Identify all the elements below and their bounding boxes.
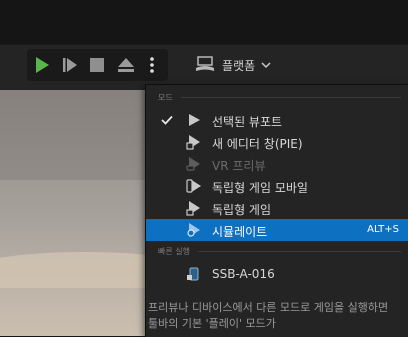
menu-item-label: 독립형 게임 모바일 [212, 181, 308, 195]
step-icon [63, 58, 77, 72]
menu-item-standalone-game[interactable]: 독립형 게임 [146, 197, 408, 219]
check-icon [160, 113, 174, 127]
play-triangle-icon [186, 112, 202, 128]
more-vertical-icon [150, 57, 154, 73]
device-icon [186, 266, 202, 282]
platform-button[interactable]: 플랫폼 [188, 52, 277, 78]
mobile-play-icon [186, 178, 202, 194]
platform-label: 플랫폼 [222, 58, 256, 73]
play-icon [36, 57, 49, 73]
play-controls-group [27, 49, 168, 81]
play-options-button[interactable] [141, 49, 163, 81]
menu-item-label: 시뮬레이트 [212, 225, 268, 239]
platform-gamepad-icon [196, 56, 214, 71]
menu-hint-text: 프리뷰나 디바이스에서 다른 모드로 게임을 실행하면 툴바의 기본 '플레이'… [148, 301, 389, 330]
menu-item-label: SSB-A-016 [212, 267, 275, 281]
vr-preview-icon [186, 156, 202, 172]
play-mode-menu: 모드 선택된 뷰포트 새 에디터 창(PIE) VR 프리뷰 독립형 게임 모바… [145, 84, 408, 337]
menu-item-label: 선택된 뷰포트 [212, 115, 283, 129]
menu-item-standalone-mobile[interactable]: 독립형 게임 모바일 [146, 175, 408, 197]
eject-button[interactable] [113, 49, 139, 81]
menu-item-label: VR 프리뷰 [212, 159, 266, 173]
play-button[interactable] [29, 49, 55, 81]
section-divider [197, 250, 401, 252]
section-divider [180, 96, 401, 98]
new-window-play-icon [186, 134, 202, 150]
section-label-quick-launch: 빠른 실행 [158, 246, 190, 256]
section-header-modes: 모드 [158, 90, 401, 104]
chevron-down-icon [261, 62, 271, 69]
stop-button[interactable] [84, 49, 110, 81]
section-header-quick-launch: 빠른 실행 [158, 244, 401, 258]
menu-item-label: 새 에디터 창(PIE) [212, 137, 303, 151]
standalone-play-icon [186, 200, 202, 216]
menu-item-device-ssb[interactable]: SSB-A-016 [146, 263, 408, 285]
menu-item-vr-preview[interactable]: VR 프리뷰 [146, 153, 408, 175]
window-top-area [0, 0, 408, 44]
viewport-dune [0, 252, 145, 288]
viewport-sky-haze [0, 90, 145, 180]
menu-item-label: 독립형 게임 [212, 203, 272, 217]
menu-item-simulate[interactable]: 시뮬레이트 ALT+S [146, 219, 408, 241]
step-button[interactable] [57, 49, 83, 81]
simulate-icon [186, 222, 202, 238]
shortcut-label: ALT+S [367, 224, 399, 235]
menu-item-selected-viewport[interactable]: 선택된 뷰포트 [146, 109, 408, 131]
section-label-modes: 모드 [158, 92, 173, 102]
level-viewport[interactable] [0, 90, 145, 336]
stop-icon [90, 58, 104, 72]
menu-item-new-editor-window[interactable]: 새 에디터 창(PIE) [146, 131, 408, 153]
eject-icon [118, 58, 134, 72]
